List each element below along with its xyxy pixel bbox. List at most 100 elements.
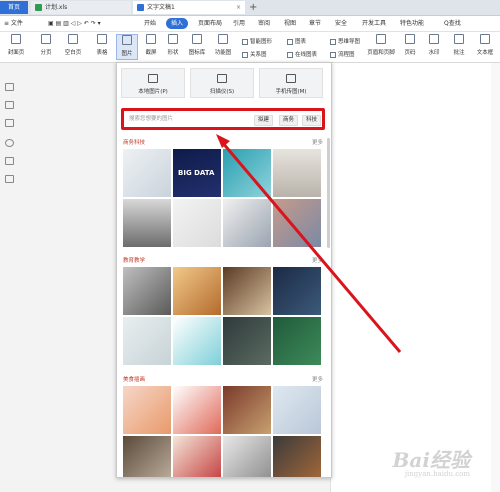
function-chart-label: 功能图 xyxy=(214,50,232,56)
thumbnail[interactable] xyxy=(223,199,271,247)
file-menu[interactable]: ≡ 文件 xyxy=(4,18,23,29)
menu-chapter[interactable]: 章节 xyxy=(309,18,321,29)
table-button[interactable]: 表格 xyxy=(91,34,113,60)
document-area[interactable] xyxy=(330,63,500,492)
chart-button[interactable]: 图表 xyxy=(287,37,306,45)
close-tab-icon[interactable]: × xyxy=(236,1,241,14)
document-page[interactable] xyxy=(330,63,491,492)
scanner-button[interactable]: 扫描仪(S) xyxy=(190,68,254,98)
menu-security[interactable]: 安全 xyxy=(335,18,347,29)
icon-library-button[interactable]: 图标库 xyxy=(186,34,208,60)
tab-home[interactable]: 首页 xyxy=(0,1,28,14)
menu-view[interactable]: 视图 xyxy=(284,18,296,29)
new-tab-button[interactable]: + xyxy=(249,0,257,15)
picture-icon xyxy=(122,35,132,45)
thumbnail[interactable] xyxy=(123,386,171,434)
thumbnail[interactable] xyxy=(273,199,321,247)
thumbnail[interactable] xyxy=(273,386,321,434)
shapes-label: 形状 xyxy=(167,50,179,56)
picture-button[interactable]: 图片 xyxy=(116,34,138,60)
menu-start[interactable]: 开始 xyxy=(144,18,156,29)
function-chart-button[interactable]: 功能图 xyxy=(210,34,236,60)
tab-bar: 首页 计划.xls 文字文稿1 × + xyxy=(0,0,500,16)
thumbnail[interactable] xyxy=(223,267,271,315)
menu-special[interactable]: 特色功能 xyxy=(400,18,424,29)
screenshot-button[interactable]: 截屏 xyxy=(141,34,161,60)
relation-graph-button[interactable]: 关系图 xyxy=(242,50,267,58)
online-chart-button[interactable]: 在线图表 xyxy=(287,50,317,58)
header-footer-label: 页眉和页脚 xyxy=(367,50,395,56)
page-number-button[interactable]: 页码 xyxy=(400,34,420,60)
smart-graphic-button[interactable]: 智能图形 xyxy=(242,37,272,45)
picture-search-input[interactable]: 搜索您想要的图片 拟建 商务 科技 xyxy=(127,114,322,126)
thumbnail[interactable] xyxy=(173,199,221,247)
more-link[interactable]: 更多 xyxy=(312,375,323,383)
thumbnail[interactable] xyxy=(223,317,271,365)
quick-access-icons[interactable]: ▣ ▤ ▥ ◁ ▷ ↶ ↷ ▾ xyxy=(48,18,101,29)
shapes-button[interactable]: 形状 xyxy=(163,34,183,60)
image-icon[interactable] xyxy=(5,157,14,165)
thumbnail[interactable] xyxy=(223,436,271,477)
thumbnail[interactable] xyxy=(173,317,221,365)
tag-chip-3[interactable]: 科技 xyxy=(302,115,322,126)
thumbnail[interactable]: BIG DATA xyxy=(173,149,221,197)
document-icon xyxy=(137,4,144,11)
thumbnail-caption: BIG DATA xyxy=(178,169,215,177)
cover-page-button[interactable]: 封面页 xyxy=(3,34,29,60)
tab-document[interactable]: 文字文稿1 × xyxy=(133,1,245,14)
header-footer-button[interactable]: 页眉和页脚 xyxy=(366,34,396,60)
picture-label: 图片 xyxy=(121,51,133,57)
thumbnail[interactable] xyxy=(223,149,271,197)
thumbnail[interactable] xyxy=(273,267,321,315)
thumbnail[interactable] xyxy=(123,149,171,197)
menu-insert[interactable]: 插入 xyxy=(166,18,189,29)
adjust-icon[interactable] xyxy=(5,119,14,127)
menu-page-layout[interactable]: 页面布局 xyxy=(198,18,222,29)
page-number-label: 页码 xyxy=(404,50,416,56)
phone-picture-button[interactable]: 手机传图(M) xyxy=(259,68,323,98)
mind-map-icon xyxy=(330,38,336,45)
thumbnail[interactable] xyxy=(273,436,321,477)
menu-bar: ≡ 文件 ▣ ▤ ▥ ◁ ▷ ↶ ↷ ▾ 开始 插入 页面布局 引用 审阅 视图… xyxy=(0,16,500,32)
flowchart-button[interactable]: 流程图 xyxy=(330,50,355,58)
menu-references[interactable]: 引用 xyxy=(233,18,245,29)
thumbnail[interactable] xyxy=(123,199,171,247)
menu-dev-tools[interactable]: 开发工具 xyxy=(362,18,386,29)
more-link[interactable]: 更多 xyxy=(312,256,323,264)
smart-graphic-icon xyxy=(242,38,248,45)
thumbnail[interactable] xyxy=(173,267,221,315)
thumbnail[interactable] xyxy=(223,386,271,434)
tag-chip-2[interactable]: 商务 xyxy=(279,115,299,126)
scanner-label: 扫描仪(S) xyxy=(209,89,235,95)
local-picture-button[interactable]: 本地图片(P) xyxy=(121,68,185,98)
textbox-button[interactable]: 文本框 xyxy=(472,34,498,60)
local-picture-label: 本地图片(P) xyxy=(138,89,168,95)
watermark: Bai经验 jingyan.baidu.com xyxy=(393,444,470,478)
tag-chip-1[interactable]: 拟建 xyxy=(254,115,274,126)
menu-review[interactable]: 审阅 xyxy=(258,18,270,29)
thumbnail[interactable] xyxy=(173,386,221,434)
blank-page-button[interactable]: 空白页 xyxy=(60,34,86,60)
thumbnail[interactable] xyxy=(123,317,171,365)
thumbnail[interactable] xyxy=(173,436,221,477)
tab-spreadsheet-label: 计划.xls xyxy=(45,4,68,11)
online-chart-icon xyxy=(287,51,293,58)
thumbnail[interactable] xyxy=(123,267,171,315)
more-link[interactable]: 更多 xyxy=(312,138,323,146)
thumbnail[interactable] xyxy=(273,317,321,365)
thumbnail[interactable] xyxy=(123,436,171,477)
watermark-button[interactable]: 水印 xyxy=(424,34,444,60)
search-menu[interactable]: Q查找 xyxy=(444,18,461,29)
save-icon[interactable] xyxy=(5,175,14,183)
pen-icon[interactable] xyxy=(5,83,14,91)
chart-icon xyxy=(287,38,293,45)
section-break-button[interactable]: 分页 xyxy=(35,34,57,60)
tab-spreadsheet[interactable]: 计划.xls xyxy=(31,1,131,14)
comment-button[interactable]: 批注 xyxy=(450,34,468,60)
mind-map-button[interactable]: 思维导图 xyxy=(330,37,360,45)
help-icon[interactable] xyxy=(5,139,14,147)
thumbnail[interactable] xyxy=(273,149,321,197)
cover-page-label: 封面页 xyxy=(7,50,25,56)
select-icon[interactable] xyxy=(5,101,14,109)
panel-scrollbar[interactable] xyxy=(327,138,330,248)
